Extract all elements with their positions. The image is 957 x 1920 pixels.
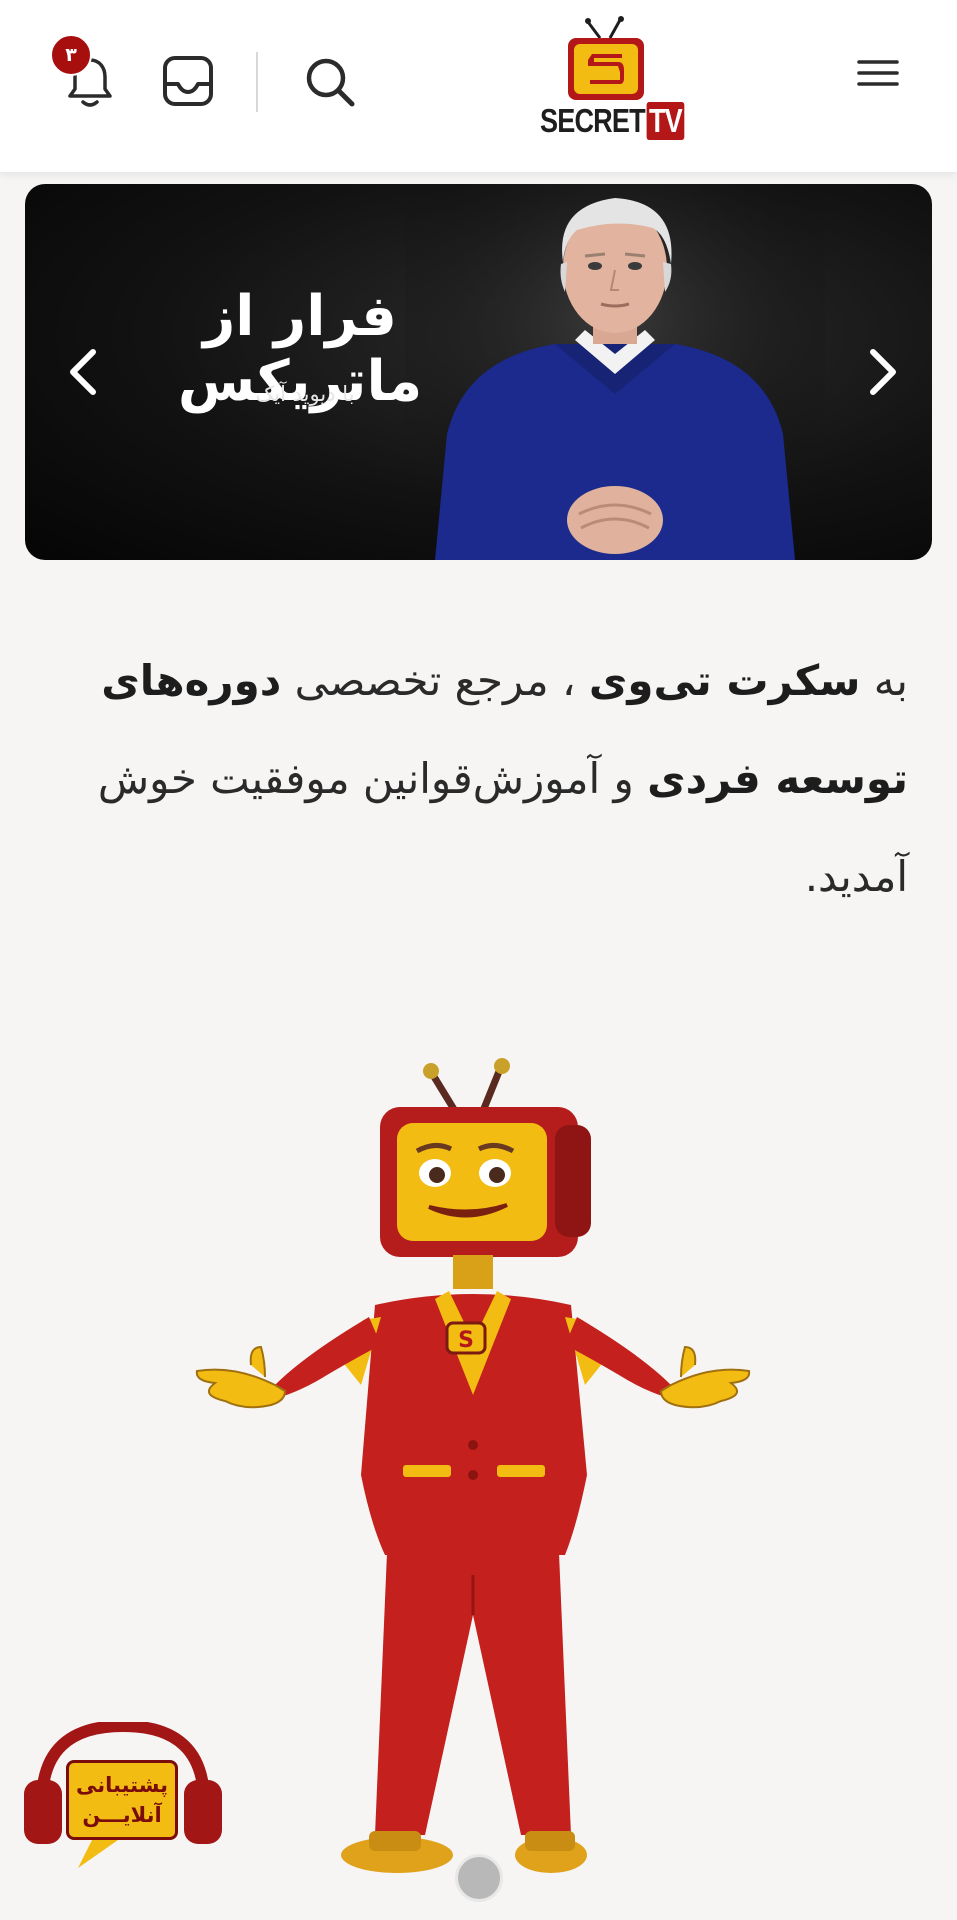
chevron-left-icon xyxy=(70,349,96,395)
notification-count-badge: ۳ xyxy=(50,34,92,76)
tv-logo-icon xyxy=(568,16,644,100)
hamburger-menu-icon xyxy=(857,60,899,86)
welcome-text: به سکرت تی‌وی ، مرجع تخصصی دوره‌های توسع… xyxy=(97,656,908,901)
hero-banner-slide[interactable]: فرار از ماتریکس با دیوید آیک xyxy=(25,184,932,560)
search-icon xyxy=(306,58,355,107)
top-header: ۳ SECRET TV xyxy=(0,0,957,172)
hamburger-menu-button[interactable] xyxy=(856,56,900,92)
search-button[interactable] xyxy=(304,56,356,108)
chevron-right-icon xyxy=(870,349,896,395)
logo-wordmark: SECRET TV xyxy=(540,102,685,140)
svg-text:S: S xyxy=(458,1328,474,1353)
header-divider xyxy=(256,52,258,112)
site-logo[interactable]: SECRET TV xyxy=(536,16,685,140)
inbox-button[interactable] xyxy=(160,54,216,108)
user-avatar[interactable] xyxy=(455,1854,503,1902)
banner-subtitle: با دیوید آیک xyxy=(255,382,355,406)
online-support-label: پشتیبانی آنلایـــن xyxy=(66,1760,178,1840)
inbox-icon xyxy=(163,56,213,106)
online-support-button[interactable]: پشتیبانی آنلایـــن xyxy=(22,1722,224,1872)
notifications-button[interactable]: ۳ xyxy=(50,34,122,112)
banner-next-button[interactable] xyxy=(861,344,905,400)
banner-prev-button[interactable] xyxy=(61,344,105,400)
tv-mascot-illustration: S xyxy=(195,1058,751,1873)
